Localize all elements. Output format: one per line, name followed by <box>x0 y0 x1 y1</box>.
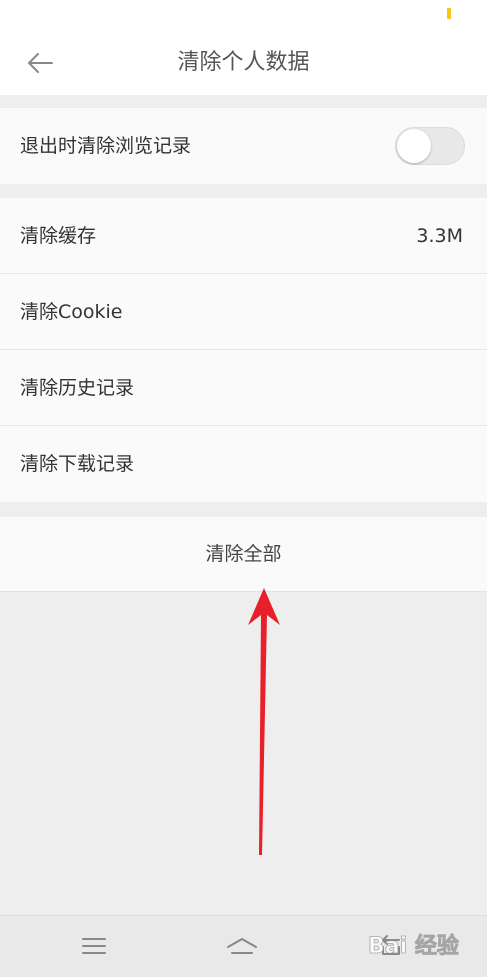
status-bar <box>0 0 487 30</box>
menu-icon <box>82 938 106 954</box>
battery-icon <box>447 8 451 19</box>
clear-on-exit-section: 退出时清除浏览记录 <box>0 108 487 184</box>
red-arrow-annotation <box>248 588 280 855</box>
app-header: 清除个人数据 <box>0 30 487 95</box>
home-button[interactable] <box>222 928 262 964</box>
home-icon <box>227 938 257 954</box>
toggle-knob <box>397 129 431 163</box>
clear-cookie-label: 清除Cookie <box>20 301 123 323</box>
clear-on-exit-toggle[interactable] <box>395 127 465 165</box>
clear-all-button[interactable]: 清除全部 <box>0 517 487 592</box>
svg-text:Bai 经验: Bai 经验 <box>368 933 459 959</box>
clear-items-section: 清除缓存 3.3M 清除Cookie 清除历史记录 清除下载记录 <box>0 198 487 502</box>
clear-cache-label: 清除缓存 <box>20 225 97 247</box>
baidu-jingyan-watermark: Bai 经验 <box>368 933 460 960</box>
clear-history-label: 清除历史记录 <box>20 377 135 399</box>
clear-on-exit-row: 退出时清除浏览记录 <box>0 108 487 184</box>
cache-size-value: 3.3M <box>416 225 463 247</box>
menu-button[interactable] <box>74 928 114 964</box>
back-button[interactable] <box>14 40 66 86</box>
page-title: 清除个人数据 <box>177 50 310 75</box>
clear-history-row[interactable]: 清除历史记录 <box>0 350 487 426</box>
clear-on-exit-label: 退出时清除浏览记录 <box>20 135 192 157</box>
clear-downloads-row[interactable]: 清除下载记录 <box>0 426 487 502</box>
clear-cache-row[interactable]: 清除缓存 3.3M <box>0 198 487 274</box>
clear-cookie-row[interactable]: 清除Cookie <box>0 274 487 350</box>
arrow-left-icon <box>28 53 53 73</box>
clear-downloads-label: 清除下载记录 <box>20 453 135 475</box>
